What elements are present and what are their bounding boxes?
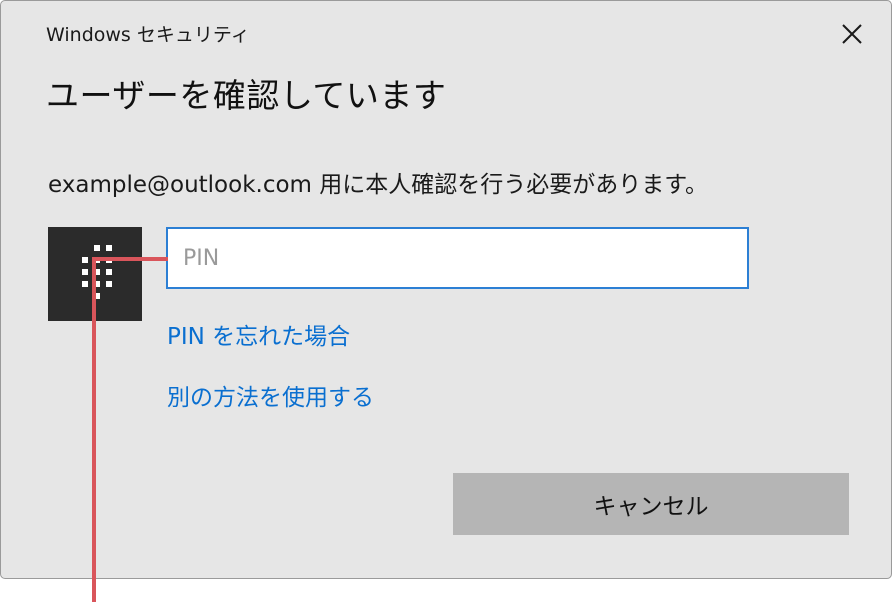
close-icon (842, 24, 862, 44)
window-title: Windows セキュリティ (46, 24, 250, 46)
forgot-pin-link[interactable]: PIN を忘れた場合 (167, 317, 350, 351)
keypad-icon (48, 227, 142, 321)
dialog-heading: ユーザーを確認しています (46, 76, 447, 115)
pin-input[interactable] (166, 227, 749, 289)
other-method-link[interactable]: 別の方法を使用する (167, 378, 374, 412)
verification-message: example@outlook.com 用に本人確認を行う必要があります。 (48, 172, 708, 198)
security-dialog: Windows セキュリティ ユーザーを確認しています example@outl… (0, 0, 892, 579)
close-button[interactable] (835, 17, 869, 51)
cancel-button[interactable]: キャンセル (453, 473, 849, 535)
